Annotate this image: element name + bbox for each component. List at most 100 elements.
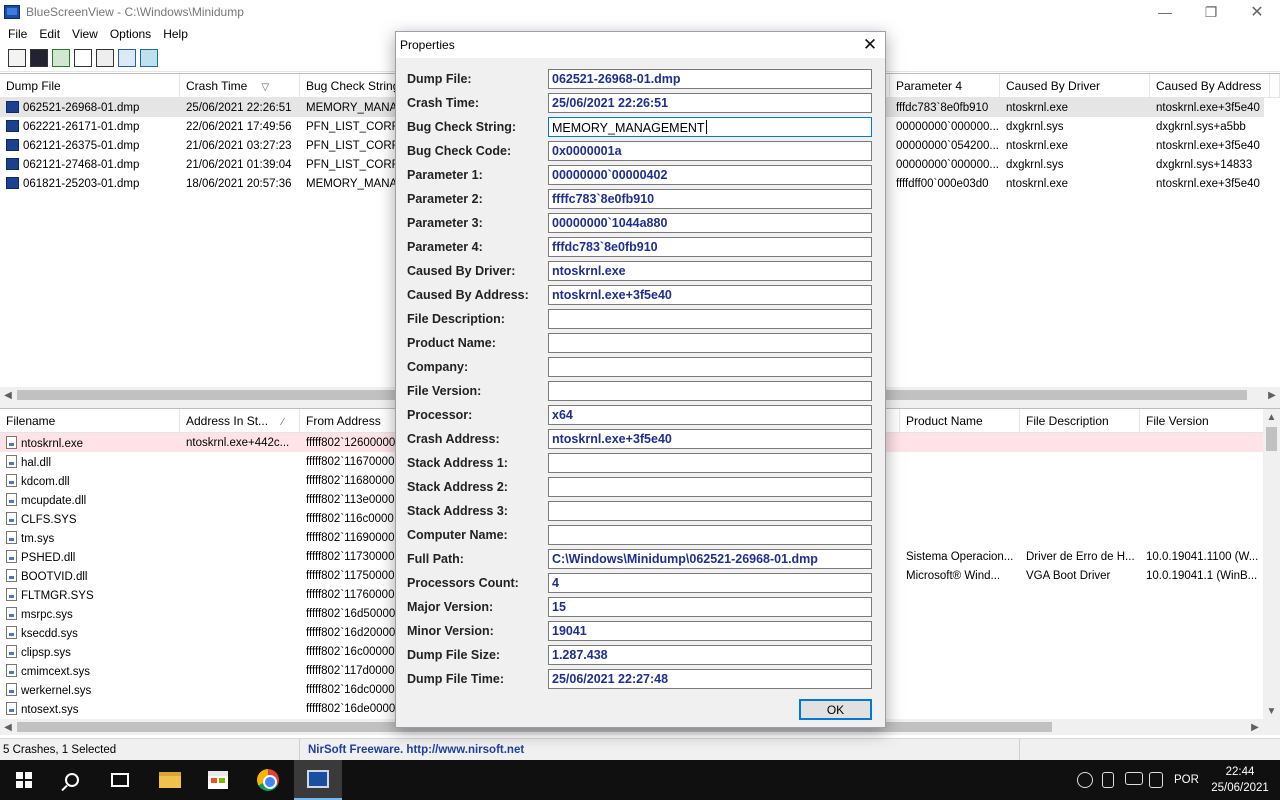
column-header-bug-check-string[interactable]: Bug Check String xyxy=(300,74,410,98)
column-header-crash-time[interactable]: Crash Time ▽ xyxy=(180,74,300,98)
bluescreenview-taskbar-button[interactable] xyxy=(294,760,342,800)
property-value-field[interactable]: 062521-26968-01.dmp xyxy=(548,69,872,89)
exit-icon[interactable] xyxy=(140,48,158,67)
property-dump-file-time: Dump File Time: 25/06/2021 22:27:48 xyxy=(396,669,885,689)
property-value-field[interactable]: ntoskrnl.exe+3f5e40 xyxy=(548,285,872,305)
cell-text: Sistema Operacion... xyxy=(906,550,1014,563)
menu-file[interactable]: File xyxy=(2,27,33,41)
system-clock[interactable]: 22:44 25/06/2021 xyxy=(1206,764,1274,796)
property-processor: Processor: x64 xyxy=(396,405,885,425)
property-value-field[interactable] xyxy=(548,333,872,353)
table-cell: PFN_LIST_CORRU xyxy=(300,159,410,171)
cell-text: kdcom.dll xyxy=(21,475,70,488)
store-button[interactable] xyxy=(194,760,242,800)
close-window-button[interactable]: ✕ xyxy=(1234,0,1280,24)
start-button[interactable] xyxy=(0,760,48,800)
property-value-field[interactable]: 00000000`00000402 xyxy=(548,165,872,185)
column-header-product-name[interactable]: Product Name xyxy=(900,409,1020,433)
store-icon xyxy=(208,771,228,789)
property-value-field[interactable] xyxy=(548,381,872,401)
network-status-icon[interactable] xyxy=(1077,772,1093,788)
property-label: Crash Time: xyxy=(407,96,480,110)
module-list-vscroll[interactable]: ▲ ▼ xyxy=(1263,409,1280,719)
file-explorer-button[interactable] xyxy=(146,760,194,800)
network-icon[interactable] xyxy=(1125,772,1143,785)
module-file-icon xyxy=(6,454,17,468)
column-header-address-in-st[interactable]: Address In St... ⁄ xyxy=(180,409,300,433)
refresh-icon[interactable] xyxy=(52,48,70,67)
chrome-button[interactable] xyxy=(244,760,292,800)
cell-text: FLTMGR.SYS xyxy=(21,589,94,602)
property-value-field[interactable]: ffffc783`8e0fb910 xyxy=(548,189,872,209)
property-value-field[interactable]: x64 xyxy=(548,405,872,425)
property-value-field[interactable]: 0x0000001a xyxy=(548,141,872,161)
property-value-field[interactable] xyxy=(548,501,872,521)
maximize-button[interactable]: ❐ xyxy=(1188,0,1234,24)
property-value-field[interactable]: 19041 xyxy=(548,621,872,641)
property-value-field[interactable] xyxy=(548,357,872,377)
property-stack-address-2: Stack Address 2: xyxy=(396,477,885,497)
column-header-file-version[interactable]: File Version xyxy=(1140,409,1280,433)
scroll-right-arrow-icon[interactable]: ▶ xyxy=(1247,719,1263,735)
usb-device-icon[interactable] xyxy=(1102,772,1114,788)
column-header-caused-by-address[interactable]: Caused By Address xyxy=(1150,74,1270,98)
task-view-button[interactable] xyxy=(96,760,144,800)
column-header-parameter-4[interactable]: Parameter 4 xyxy=(890,74,1000,98)
table-cell: 062521-26968-01.dmp xyxy=(0,101,180,114)
input-language[interactable]: POR xyxy=(1174,760,1199,800)
cell-text: fffff802`11760000 xyxy=(306,588,395,601)
cell-text: 25/06/2021 22:26:51 xyxy=(186,101,292,114)
scroll-down-arrow-icon[interactable]: ▼ xyxy=(1263,703,1280,719)
table-cell: 10.0.19041.1 (WinB... xyxy=(1140,570,1280,582)
ok-button[interactable]: OK xyxy=(799,699,872,720)
copy-icon[interactable] xyxy=(74,48,92,67)
menu-edit[interactable]: Edit xyxy=(33,27,66,41)
property-value-field[interactable]: MEMORY_MANAGEMENT xyxy=(548,117,872,137)
property-value-field[interactable]: C:\Windows\Minidump\062521-26968-01.dmp xyxy=(548,549,872,569)
table-cell: fffff802`11730000 xyxy=(300,551,400,563)
property-value-field[interactable] xyxy=(548,453,872,473)
property-value-field[interactable]: ntoskrnl.exe+3f5e40 xyxy=(548,429,872,449)
scroll-left-arrow-icon[interactable]: ◀ xyxy=(0,387,16,403)
save-icon[interactable] xyxy=(30,48,48,67)
dump-file-icon xyxy=(6,101,19,113)
text-caret xyxy=(705,120,707,134)
table-cell: PSHED.dll xyxy=(0,549,180,564)
property-value-field[interactable] xyxy=(548,525,872,545)
menu-help[interactable]: Help xyxy=(157,27,194,41)
property-value-field[interactable]: 1.287.438 xyxy=(548,645,872,665)
property-value-field[interactable]: fffdc783`8e0fb910 xyxy=(548,237,872,257)
column-header-blank[interactable] xyxy=(1270,74,1280,98)
column-header-filename[interactable]: Filename xyxy=(0,409,180,433)
vscroll-thumb[interactable] xyxy=(1266,427,1277,451)
cell-text: cmimcext.sys xyxy=(21,665,90,678)
property-value-field[interactable] xyxy=(548,309,872,329)
property-value-field[interactable]: 25/06/2021 22:27:48 xyxy=(548,669,872,689)
cell-text: 21/06/2021 03:27:23 xyxy=(186,139,292,152)
property-value-field[interactable]: 4 xyxy=(548,573,872,593)
dialog-close-icon[interactable]: ✕ xyxy=(858,34,882,56)
find-icon[interactable] xyxy=(118,48,136,67)
property-value-field[interactable] xyxy=(548,477,872,497)
search-button[interactable] xyxy=(48,760,96,800)
minimize-button[interactable]: — xyxy=(1142,0,1188,24)
property-value-field[interactable]: ntoskrnl.exe xyxy=(548,261,872,281)
scroll-right-arrow-icon[interactable]: ▶ xyxy=(1264,387,1280,403)
column-header-caused-by-driver[interactable]: Caused By Driver xyxy=(1000,74,1150,98)
property-value-field[interactable]: 15 xyxy=(548,597,872,617)
menu-options[interactable]: Options xyxy=(104,27,157,41)
cell-text: fffff802`11750000 xyxy=(306,569,395,582)
cell-text: 21/06/2021 01:39:04 xyxy=(186,158,292,171)
scroll-up-arrow-icon[interactable]: ▲ xyxy=(1263,409,1280,425)
scroll-left-arrow-icon[interactable]: ◀ xyxy=(0,719,16,735)
property-value-field[interactable]: 25/06/2021 22:26:51 xyxy=(548,93,872,113)
nirsoft-link[interactable]: NirSoft Freeware. http://www.nirsoft.net xyxy=(300,738,1020,761)
volume-muted-icon[interactable] xyxy=(1149,772,1163,788)
column-header-file-description[interactable]: File Description xyxy=(1020,409,1140,433)
column-header-dump-file[interactable]: Dump File xyxy=(0,74,180,98)
properties-icon[interactable] xyxy=(96,48,114,67)
property-value-field[interactable]: 00000000`1044a880 xyxy=(548,213,872,233)
column-header-from-address[interactable]: From Address xyxy=(300,409,400,433)
menu-view[interactable]: View xyxy=(66,27,104,41)
advanced-options-icon[interactable] xyxy=(8,48,26,67)
